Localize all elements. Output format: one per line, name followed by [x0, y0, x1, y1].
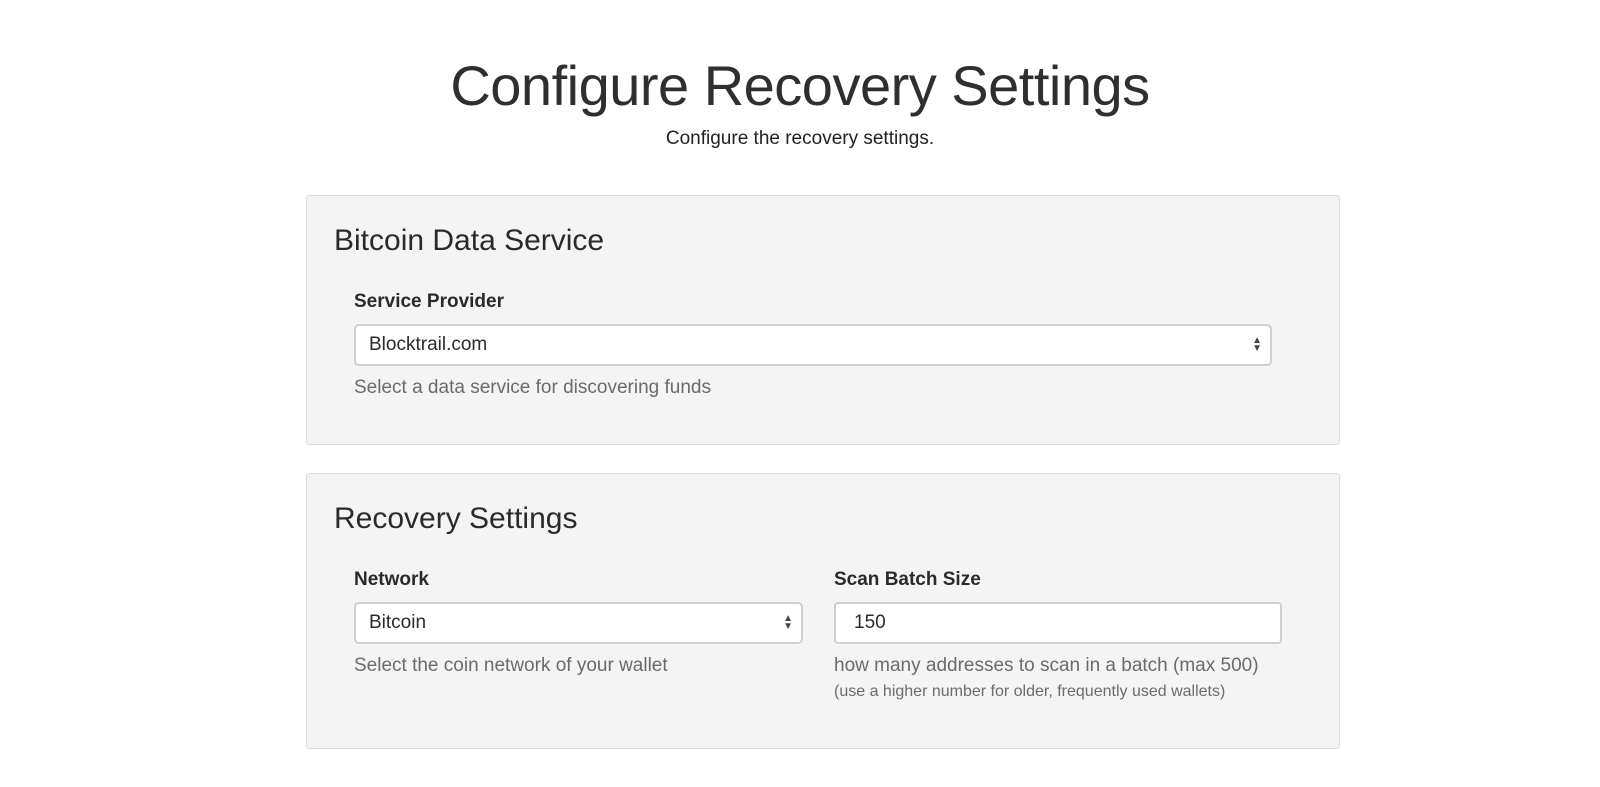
recovery-settings-title: Recovery Settings — [334, 502, 578, 535]
data-service-title: Bitcoin Data Service — [334, 224, 605, 257]
network-field: Network Bitcoin ▲ ▼ Select the coin netwo… — [354, 569, 803, 677]
data-service-panel: Bitcoin Data Service Service Provider Bl… — [306, 195, 1340, 445]
network-value: Bitcoin — [369, 612, 427, 633]
service-provider-help: Select a data service for discovering fu… — [354, 377, 711, 398]
page-subtitle: Configure the recovery settings. — [665, 128, 935, 149]
updown-chevron-icon: ▲ ▼ — [783, 613, 793, 632]
scan-batch-size-help: how many addresses to scan in a batch (m… — [834, 655, 1259, 676]
updown-chevron-icon: ▲ ▼ — [1252, 335, 1262, 354]
recovery-settings-panel: Recovery Settings Network Bitcoin ▲ ▼ Sel… — [306, 473, 1340, 749]
service-provider-label: Service Provider — [354, 291, 504, 312]
service-provider-field: Service Provider Blocktrail.com ▲ ▼ Selec… — [354, 291, 1272, 399]
scan-batch-size-input[interactable] — [834, 602, 1282, 644]
page-title: Configure Recovery Settings — [450, 54, 1150, 117]
page-header: Configure Recovery Settings Configure th… — [0, 0, 1600, 150]
network-select[interactable]: Bitcoin ▲ ▼ — [354, 602, 803, 644]
scan-batch-size-subhelp: (use a higher number for older, frequent… — [834, 683, 1226, 700]
network-label: Network — [354, 569, 429, 590]
service-provider-select[interactable]: Blocktrail.com ▲ ▼ — [354, 324, 1272, 366]
network-help: Select the coin network of your wallet — [354, 655, 668, 676]
scan-batch-size-field: Scan Batch Size how many addresses to sc… — [834, 569, 1282, 701]
service-provider-value: Blocktrail.com — [369, 334, 488, 355]
scan-batch-size-label: Scan Batch Size — [834, 569, 981, 590]
